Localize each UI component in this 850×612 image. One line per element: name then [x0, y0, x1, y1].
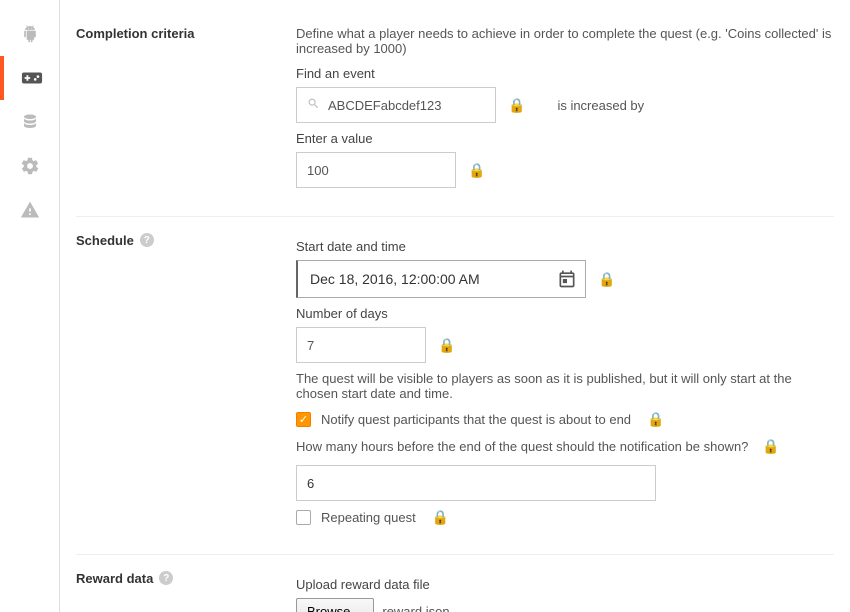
- enter-value-label: Enter a value: [296, 131, 834, 146]
- file-name: reward.json: [382, 604, 449, 612]
- lock-icon: 🔒: [508, 97, 525, 114]
- section-schedule: Schedule ? Start date and time Dec 18, 2…: [76, 217, 834, 555]
- lock-icon: 🔒: [438, 337, 455, 354]
- days-input[interactable]: [307, 338, 415, 353]
- repeating-label: Repeating quest: [321, 510, 416, 525]
- increased-by-text: is increased by: [557, 98, 644, 113]
- start-date-input[interactable]: Dec 18, 2016, 12:00:00 AM: [296, 260, 586, 298]
- lock-icon: 🔒: [647, 411, 664, 428]
- lock-icon: 🔒: [432, 509, 449, 526]
- browse-button[interactable]: Browse…: [296, 598, 374, 612]
- lock-icon: 🔒: [598, 271, 615, 288]
- notify-label: Notify quest participants that the quest…: [321, 412, 631, 427]
- value-input-box[interactable]: [296, 152, 456, 188]
- search-icon: [307, 97, 320, 113]
- calendar-icon[interactable]: [557, 269, 577, 289]
- lock-icon: 🔒: [762, 438, 779, 455]
- sidebar-item-games[interactable]: [0, 56, 60, 100]
- warning-icon: [20, 200, 40, 220]
- hours-input-box[interactable]: [296, 465, 656, 501]
- android-icon: [20, 24, 40, 44]
- start-date-value: Dec 18, 2016, 12:00:00 AM: [310, 271, 480, 287]
- sidebar-item-settings[interactable]: [0, 144, 60, 188]
- days-input-box[interactable]: [296, 327, 426, 363]
- event-search-value[interactable]: [328, 98, 485, 113]
- upload-label: Upload reward data file: [296, 577, 834, 592]
- help-icon[interactable]: ?: [159, 571, 173, 585]
- visibility-note: The quest will be visible to players as …: [296, 371, 834, 401]
- days-label: Number of days: [296, 306, 834, 321]
- reward-label: Reward data ?: [76, 571, 296, 612]
- find-event-label: Find an event: [296, 66, 834, 81]
- event-search-input[interactable]: [296, 87, 496, 123]
- database-icon: [21, 113, 39, 131]
- completion-description: Define what a player needs to achieve in…: [296, 26, 834, 56]
- sidebar-item-alerts[interactable]: [0, 188, 60, 232]
- section-reward: Reward data ? Upload reward data file Br…: [76, 555, 834, 612]
- reward-label-text: Reward data: [76, 571, 153, 586]
- value-input[interactable]: [307, 163, 445, 178]
- notify-checkbox[interactable]: ✓: [296, 412, 311, 427]
- lock-icon: 🔒: [468, 162, 485, 179]
- schedule-label-text: Schedule: [76, 233, 134, 248]
- hours-input[interactable]: [307, 476, 645, 491]
- section-completion: Completion criteria Define what a player…: [76, 10, 834, 217]
- completion-label: Completion criteria: [76, 26, 296, 196]
- gear-icon: [20, 156, 40, 176]
- repeating-checkbox[interactable]: ✓: [296, 510, 311, 525]
- completion-label-text: Completion criteria: [76, 26, 194, 41]
- gamepad-icon: [21, 67, 43, 89]
- hours-question: How many hours before the end of the que…: [296, 439, 748, 454]
- start-date-label: Start date and time: [296, 239, 834, 254]
- sidebar-item-android[interactable]: [0, 12, 60, 56]
- schedule-label: Schedule ?: [76, 233, 296, 534]
- left-sidebar: [0, 0, 60, 612]
- help-icon[interactable]: ?: [140, 233, 154, 247]
- main-content: Completion criteria Define what a player…: [60, 0, 850, 612]
- sidebar-item-storage[interactable]: [0, 100, 60, 144]
